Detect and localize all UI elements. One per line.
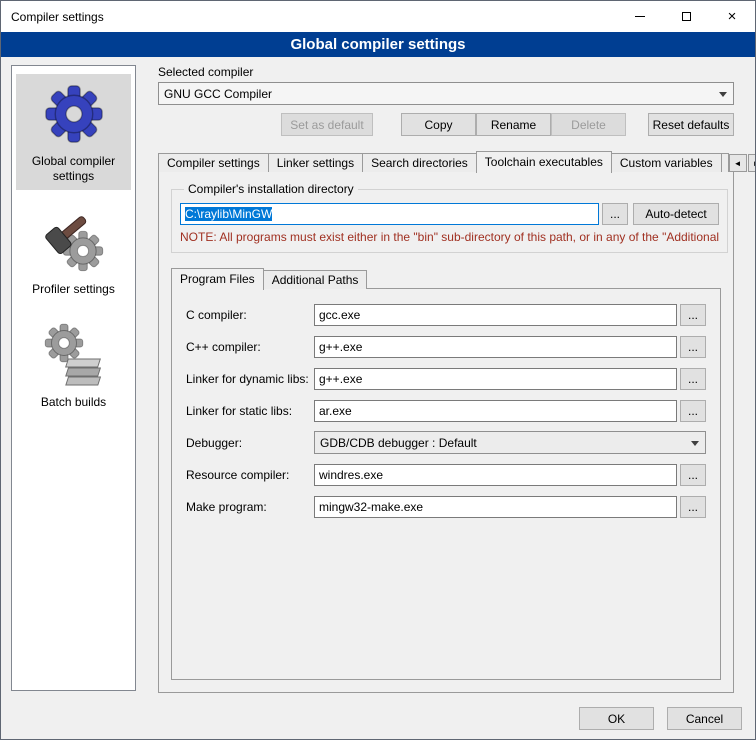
compiler-buttons-row: Set as default Copy Rename Delete Reset … [158, 113, 734, 136]
make-program-label: Make program: [186, 500, 314, 514]
set-as-default-button[interactable]: Set as default [281, 113, 373, 136]
selected-compiler-dropdown[interactable]: GNU GCC Compiler [158, 82, 734, 105]
c-compiler-value: gcc.exe [319, 308, 360, 322]
toolchain-executables-pane: Compiler's installation directory C:\ray… [158, 171, 734, 693]
resource-compiler-value: windres.exe [319, 468, 383, 482]
selected-compiler-label: Selected compiler [158, 65, 734, 79]
maximize-button[interactable] [663, 1, 709, 32]
debugger-select[interactable]: GDB/CDB debugger : Default [314, 431, 706, 454]
copy-button[interactable]: Copy [401, 113, 476, 136]
sidebar-item-label: Profiler settings [18, 282, 129, 297]
auto-detect-button[interactable]: Auto-detect [633, 203, 719, 225]
cpp-compiler-label: C++ compiler: [186, 340, 314, 354]
chevron-down-icon [691, 441, 699, 450]
compiler-settings-window: Compiler settings × Global compiler sett… [0, 0, 756, 740]
tab-custom-variables[interactable]: Custom variables [611, 153, 722, 172]
delete-button[interactable]: Delete [551, 113, 626, 136]
cpp-compiler-input[interactable]: g++.exe [314, 336, 677, 358]
installation-directory-input[interactable]: C:\raylib\MinGW [180, 203, 599, 225]
sidebar-item-label: Global compiler settings [18, 154, 129, 184]
settings-tab-strip: Compiler settings Linker settings Search… [158, 150, 734, 172]
linker-dynamic-value: g++.exe [319, 372, 362, 386]
chevron-down-icon [719, 92, 727, 101]
ok-button[interactable]: OK [579, 707, 654, 730]
dialog-header: Global compiler settings [1, 32, 755, 57]
window-controls: × [617, 1, 755, 32]
installation-directory-group: Compiler's installation directory C:\ray… [171, 182, 728, 253]
main-panel: Selected compiler GNU GCC Compiler Set a… [146, 63, 744, 693]
installation-directory-row: C:\raylib\MinGW ... Auto-detect [180, 202, 719, 225]
installation-directory-value: C:\raylib\MinGW [185, 207, 272, 221]
batch-builds-icon [42, 323, 106, 387]
browse-cpp-compiler-button[interactable]: ... [680, 336, 706, 358]
field-row-linker-static: Linker for static libs: ar.exe ... [186, 399, 706, 422]
resource-compiler-input[interactable]: windres.exe [314, 464, 677, 486]
browse-c-compiler-button[interactable]: ... [680, 304, 706, 326]
window-title: Compiler settings [1, 10, 104, 24]
field-row-debugger: Debugger: GDB/CDB debugger : Default [186, 431, 706, 454]
linker-static-value: ar.exe [319, 404, 352, 418]
tab-search-directories[interactable]: Search directories [362, 153, 477, 172]
make-program-input[interactable]: mingw32-make.exe [314, 496, 677, 518]
scroll-right-icon: ► [753, 159, 756, 168]
profiler-icon [42, 210, 106, 274]
scroll-left-icon: ◄ [734, 159, 742, 168]
tab-compiler-settings[interactable]: Compiler settings [158, 153, 269, 172]
close-icon: × [728, 9, 737, 24]
sidebar: Global compiler settings Profiler settin… [11, 65, 136, 691]
tab-scroll-right-button[interactable]: ► [748, 154, 756, 172]
minimize-icon [635, 16, 645, 17]
tab-linker-settings[interactable]: Linker settings [268, 153, 363, 172]
cancel-button[interactable]: Cancel [667, 707, 742, 730]
c-compiler-input[interactable]: gcc.exe [314, 304, 677, 326]
resource-compiler-label: Resource compiler: [186, 468, 314, 482]
global-compiler-gear-icon [42, 82, 106, 146]
tab-scroll-arrows: ◄ ► [728, 154, 756, 172]
sidebar-item-global-compiler-settings[interactable]: Global compiler settings [16, 74, 131, 190]
maximize-icon [682, 12, 691, 21]
tab-toolchain-executables[interactable]: Toolchain executables [476, 151, 612, 173]
make-program-value: mingw32-make.exe [319, 500, 423, 514]
program-files-pane: C compiler: gcc.exe ... C++ compiler: g+… [171, 288, 721, 680]
minimize-button[interactable] [617, 1, 663, 32]
tab-scroll-left-button[interactable]: ◄ [729, 154, 747, 172]
bin-subdirectory-note: NOTE: All programs must exist either in … [180, 230, 719, 244]
browse-resource-compiler-button[interactable]: ... [680, 464, 706, 486]
debugger-label: Debugger: [186, 436, 314, 450]
linker-static-label: Linker for static libs: [186, 404, 314, 418]
cpp-compiler-value: g++.exe [319, 340, 362, 354]
field-row-resource-compiler: Resource compiler: windres.exe ... [186, 463, 706, 486]
dialog-header-title: Global compiler settings [290, 36, 465, 53]
field-row-make-program: Make program: mingw32-make.exe ... [186, 495, 706, 518]
installation-directory-legend: Compiler's installation directory [184, 182, 358, 196]
browse-make-program-button[interactable]: ... [680, 496, 706, 518]
linker-dynamic-label: Linker for dynamic libs: [186, 372, 314, 386]
close-button[interactable]: × [709, 1, 755, 32]
browse-linker-static-button[interactable]: ... [680, 400, 706, 422]
c-compiler-label: C compiler: [186, 308, 314, 322]
browse-linker-dynamic-button[interactable]: ... [680, 368, 706, 390]
linker-static-input[interactable]: ar.exe [314, 400, 677, 422]
field-row-linker-dynamic: Linker for dynamic libs: g++.exe ... [186, 367, 706, 390]
field-row-c-compiler: C compiler: gcc.exe ... [186, 303, 706, 326]
program-files-tab-strip: Program Files Additional Paths [169, 267, 723, 289]
selected-compiler-value: GNU GCC Compiler [164, 87, 719, 101]
sidebar-item-profiler-settings[interactable]: Profiler settings [16, 202, 131, 303]
dialog-footer: OK Cancel [579, 707, 742, 730]
reset-defaults-button[interactable]: Reset defaults [648, 113, 734, 136]
field-row-cpp-compiler: C++ compiler: g++.exe ... [186, 335, 706, 358]
browse-directory-button[interactable]: ... [602, 203, 628, 225]
debugger-value: GDB/CDB debugger : Default [320, 436, 691, 450]
linker-dynamic-input[interactable]: g++.exe [314, 368, 677, 390]
rename-button[interactable]: Rename [476, 113, 551, 136]
sidebar-item-label: Batch builds [18, 395, 129, 410]
tab-additional-paths[interactable]: Additional Paths [263, 270, 368, 289]
tab-program-files[interactable]: Program Files [171, 268, 264, 290]
titlebar: Compiler settings × [1, 1, 755, 32]
sidebar-item-batch-builds[interactable]: Batch builds [16, 315, 131, 416]
